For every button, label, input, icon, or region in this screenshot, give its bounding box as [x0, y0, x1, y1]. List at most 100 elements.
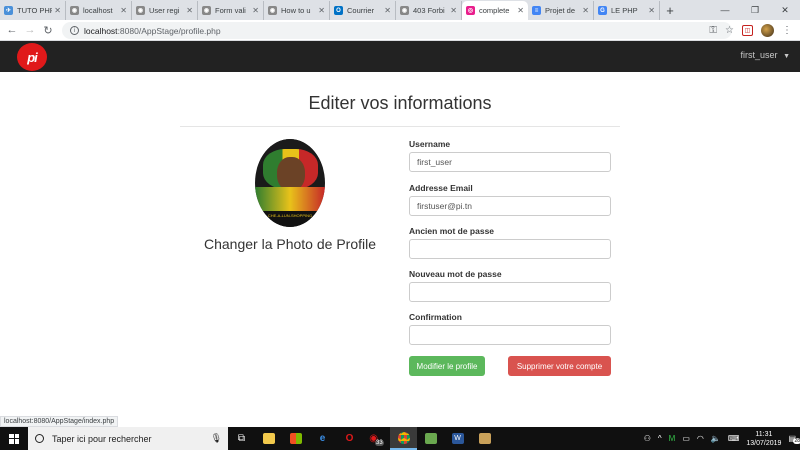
username-group: Username first_user — [409, 139, 611, 172]
status-url: localhost:8080/AppStage/index.php — [0, 416, 119, 427]
new-tab-button[interactable]: + — [660, 1, 680, 20]
browser-tab-strip: ✈ TUTO PHP ✕ ◉ localhost ✕ ◉ User regi ✕ ◉ Form va… — [0, 0, 800, 20]
site-navbar: pi first_user ▼ — [0, 41, 800, 72]
browser-tab[interactable]: ◉ 403 Forbi ✕ — [396, 1, 462, 20]
username-label: Username — [409, 139, 451, 149]
store-icon[interactable] — [282, 427, 309, 450]
tab-favicon-icon: ✈ — [4, 6, 13, 15]
cortana-icon — [35, 434, 44, 443]
tab-close-icon[interactable]: ✕ — [384, 6, 391, 15]
username-input[interactable]: first_user — [409, 152, 611, 172]
tab-close-icon[interactable]: ✕ — [582, 6, 589, 15]
clock[interactable]: 11:31 13/07/2019 — [746, 430, 781, 448]
key-icon[interactable]: ⚿ — [709, 25, 717, 36]
address-bar[interactable]: i localhost:8080/AppStage/profile.php — [62, 22, 732, 39]
clock-time: 11:31 — [755, 430, 773, 438]
confirm-group: Confirmation — [409, 312, 611, 345]
task-view-icon[interactable]: ⧉ — [228, 427, 255, 450]
taskbar-search[interactable]: Taper ici pour rechercher 🎙 — [28, 427, 228, 450]
app-icon[interactable] — [417, 427, 444, 450]
close-window-icon[interactable]: ✕ — [770, 0, 800, 20]
user-menu-dropdown[interactable]: first_user ▼ — [741, 50, 790, 60]
new-password-input[interactable] — [409, 282, 611, 302]
profile-form: Username first_user Addresse Email first… — [409, 139, 611, 345]
opera-gx-icon[interactable]: ◉ 33 — [363, 427, 390, 450]
browser-tab[interactable]: ◉ Form vali ✕ — [198, 1, 264, 20]
browser-tab[interactable]: O Courrier ✕ — [330, 1, 396, 20]
tab-favicon-icon: O — [334, 6, 343, 15]
notifications-icon[interactable]: ▤ 28 — [788, 434, 800, 444]
media-app-icon[interactable] — [471, 427, 498, 450]
site-logo[interactable]: pi — [17, 43, 47, 71]
microphone-icon[interactable]: 🎙 — [211, 433, 222, 444]
change-photo-link[interactable]: Changer la Photo de Profile — [180, 236, 400, 252]
start-button[interactable] — [0, 427, 28, 450]
opera-badge: 33 — [375, 439, 384, 446]
browser-tab[interactable]: G LE PHP ✕ — [594, 1, 660, 20]
battery-icon[interactable]: ▭ — [682, 434, 690, 443]
tab-close-icon[interactable]: ✕ — [648, 6, 655, 15]
browser-tab[interactable]: ◉ User regi ✕ — [132, 1, 198, 20]
word-icon[interactable]: W — [444, 427, 471, 450]
browser-tab[interactable]: ≡ Projet de ✕ — [528, 1, 594, 20]
profile-photo[interactable]: CHE-A-LUN-SHOPPING — [255, 139, 325, 227]
wifi-icon[interactable]: ◠ — [697, 434, 704, 443]
edge-icon[interactable]: e — [309, 427, 336, 450]
tab-list: ✈ TUTO PHP ✕ ◉ localhost ✕ ◉ User regi ✕ ◉ Form va… — [0, 0, 660, 20]
tray-app-icon[interactable]: M — [669, 434, 676, 443]
tab-favicon-icon: ◎ — [466, 6, 475, 15]
tab-favicon-icon: ◉ — [400, 6, 409, 15]
bookmark-star-icon[interactable]: ☆ — [725, 25, 734, 36]
info-icon[interactable]: i — [70, 26, 79, 35]
show-hidden-icons[interactable]: ^ — [658, 434, 662, 443]
old-password-label: Ancien mot de passe — [409, 226, 495, 236]
extension-icon[interactable]: ◫ — [742, 25, 753, 36]
confirm-input[interactable] — [409, 325, 611, 345]
tab-close-icon[interactable]: ✕ — [450, 6, 457, 15]
tab-label: User regi — [149, 6, 180, 15]
tab-label: How to u — [281, 6, 311, 15]
old-password-group: Ancien mot de passe — [409, 226, 611, 259]
tab-close-icon[interactable]: ✕ — [252, 6, 259, 15]
tab-close-icon[interactable]: ✕ — [54, 6, 61, 15]
tab-favicon-icon: ◉ — [202, 6, 211, 15]
toolbar-actions: ⚿ ☆ ◫ ⋮ — [709, 22, 792, 39]
browser-tab[interactable]: ◉ How to u ✕ — [264, 1, 330, 20]
minimize-icon[interactable]: — — [710, 0, 740, 20]
clock-date: 13/07/2019 — [746, 439, 782, 447]
tab-label: Form vali — [215, 6, 246, 15]
email-label: Addresse Email — [409, 183, 473, 193]
forward-icon[interactable]: → — [21, 20, 39, 41]
email-group: Addresse Email firstuser@pi.tn — [409, 183, 611, 216]
old-password-input[interactable] — [409, 239, 611, 259]
browser-tab[interactable]: ✈ TUTO PHP ✕ — [0, 1, 66, 20]
people-icon[interactable]: ⚇ — [644, 434, 651, 443]
tab-close-icon[interactable]: ✕ — [120, 6, 127, 15]
reload-icon[interactable]: ↻ — [39, 20, 57, 41]
menu-dots-icon[interactable]: ⋮ — [782, 25, 792, 36]
profile-avatar[interactable] — [761, 24, 774, 37]
email-input[interactable]: firstuser@pi.tn — [409, 196, 611, 216]
caret-down-icon: ▼ — [783, 53, 790, 60]
update-profile-button[interactable]: Modifier le profile — [409, 356, 485, 376]
user-menu-label: first_user — [740, 50, 778, 60]
chrome-icon[interactable] — [390, 427, 417, 450]
notification-count: 28 — [793, 438, 800, 444]
tab-close-icon[interactable]: ✕ — [318, 6, 325, 15]
delete-account-button[interactable]: Supprimer votre compte — [508, 356, 611, 376]
tab-favicon-icon: ◉ — [268, 6, 277, 15]
file-explorer-icon[interactable] — [255, 427, 282, 450]
restore-icon[interactable]: ❐ — [740, 0, 770, 20]
address-path: :8080/AppStage/profile.php — [117, 25, 221, 36]
form-actions: Modifier le profile Supprimer votre comp… — [409, 356, 611, 376]
browser-tab[interactable]: ◎ complete ✕ — [462, 1, 528, 20]
browser-tab[interactable]: ◉ localhost ✕ — [66, 1, 132, 20]
volume-icon[interactable]: 🔈 — [711, 434, 721, 443]
tab-favicon-icon: ◉ — [70, 6, 79, 15]
tab-close-icon[interactable]: ✕ — [186, 6, 193, 15]
opera-icon[interactable]: O — [336, 427, 363, 450]
divider — [180, 126, 620, 127]
tab-close-icon[interactable]: ✕ — [517, 6, 524, 15]
keyboard-icon[interactable]: ⌨ — [728, 434, 740, 443]
back-icon[interactable]: ← — [3, 20, 21, 41]
